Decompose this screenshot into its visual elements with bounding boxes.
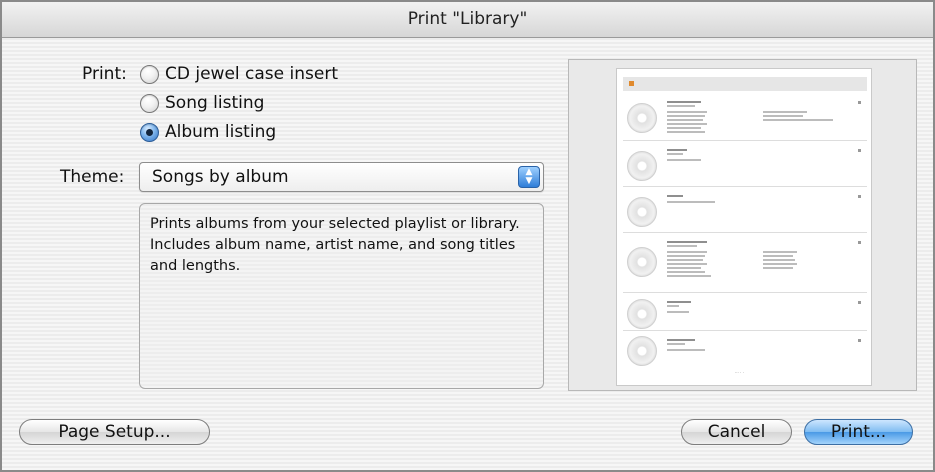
- cd-disc-icon: [627, 103, 657, 133]
- print-dialog: Print "Library" Print: CD jewel case ins…: [0, 0, 935, 472]
- preview-album-entry: [623, 143, 867, 187]
- up-down-arrows-icon[interactable]: ▲ ▼: [518, 166, 540, 188]
- radio-label: Album listing: [165, 122, 277, 142]
- radio-button-icon[interactable]: [140, 93, 159, 113]
- radio-button-icon[interactable]: [140, 64, 159, 84]
- cd-disc-icon: [627, 197, 657, 227]
- radio-label: CD jewel case insert: [165, 64, 338, 84]
- radio-song-listing[interactable]: Song listing: [140, 91, 264, 115]
- radio-label: Song listing: [165, 93, 265, 113]
- preview-album-entry: [623, 295, 867, 331]
- theme-popup-value: Songs by album: [152, 167, 289, 187]
- theme-label: Theme:: [60, 167, 125, 187]
- preview-album-entry: [623, 95, 867, 141]
- print-button[interactable]: Print...: [804, 419, 913, 445]
- preview-page: ··· · ·: [616, 68, 872, 386]
- radio-album-listing[interactable]: Album listing: [140, 120, 276, 144]
- window-title: Print "Library": [2, 2, 933, 38]
- cd-disc-icon: [627, 299, 657, 329]
- page-setup-button[interactable]: Page Setup...: [19, 419, 210, 445]
- preview-album-entry: [623, 333, 867, 367]
- cd-disc-icon: [627, 151, 657, 181]
- radio-button-selected-icon[interactable]: [140, 122, 159, 142]
- cd-disc-icon: [627, 336, 657, 366]
- description-box: Prints albums from your selected playlis…: [139, 203, 544, 389]
- preview-album-entry: [623, 235, 867, 293]
- print-label: Print:: [82, 64, 127, 84]
- preview-page-footer: ··· · ·: [735, 370, 744, 375]
- theme-popup[interactable]: Songs by album ▲ ▼: [139, 162, 544, 192]
- preview-header: [623, 77, 867, 91]
- preview-album-entry: [623, 189, 867, 233]
- print-preview: ··· · ·: [568, 59, 917, 391]
- description-text: Prints albums from your selected playlis…: [150, 216, 520, 274]
- radio-cd-jewel-case-insert[interactable]: CD jewel case insert: [140, 62, 338, 86]
- cancel-button[interactable]: Cancel: [681, 419, 792, 445]
- cd-disc-icon: [627, 247, 657, 277]
